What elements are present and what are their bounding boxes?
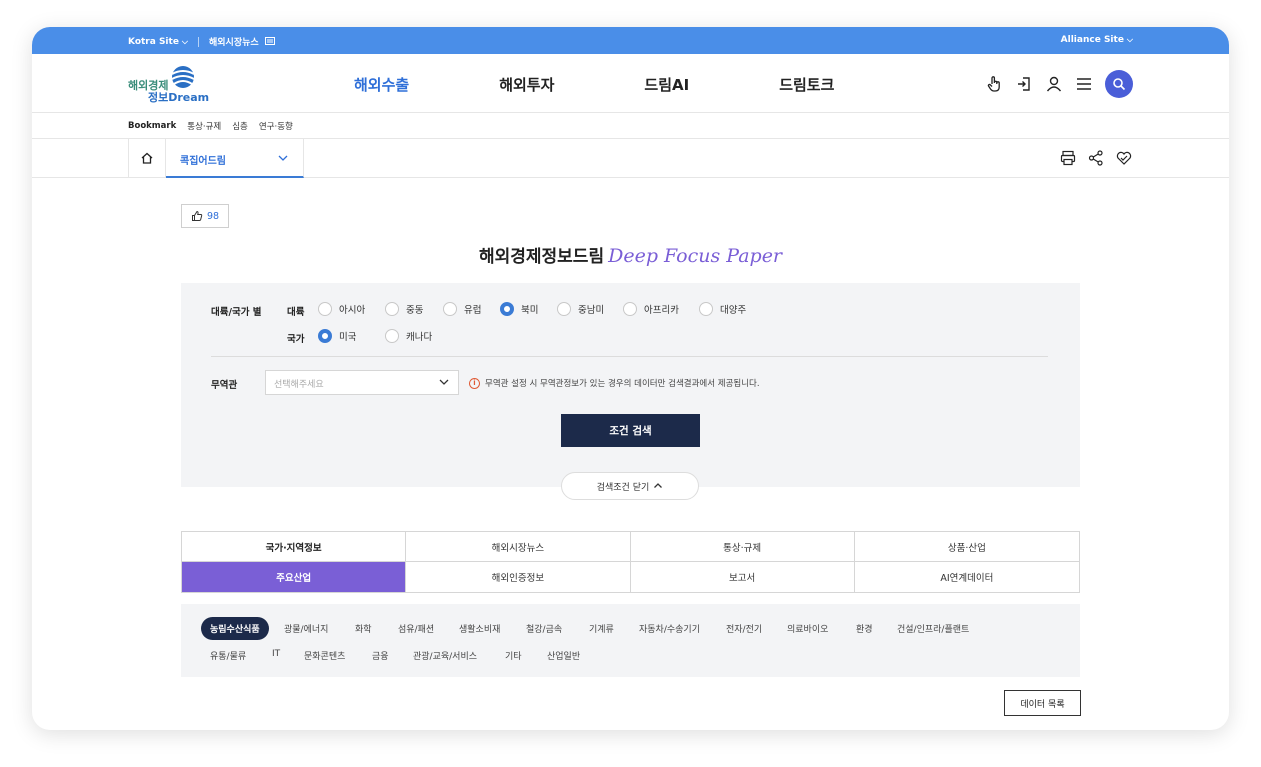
site-logo[interactable]: 해외경제 정보Dream: [128, 64, 216, 104]
tab-major-industry[interactable]: 주요산업: [182, 562, 407, 592]
chip-machinery[interactable]: 기계류: [589, 622, 614, 635]
share-icon[interactable]: [1087, 149, 1105, 167]
chip-steel-metal[interactable]: 철강/금속: [526, 622, 562, 635]
chip-consumer-goods[interactable]: 생활소비재: [459, 622, 500, 635]
tab-product-industry[interactable]: 상품·산업: [854, 532, 1079, 562]
bookmark-label: Bookmark: [128, 120, 177, 131]
chip-general-industry[interactable]: 산업일반: [547, 649, 580, 662]
tab-market-news[interactable]: 해외시장뉴스: [406, 532, 631, 562]
radio-continent-oceania[interactable]: 대양주: [699, 302, 746, 316]
industry-filter: 농림수산식품 광물/에너지 화학 섬유/패션 생활소비재 철강/금속 기계류 자…: [181, 604, 1080, 677]
country-label: 국가: [287, 334, 305, 345]
chip-tourism-service[interactable]: 관광/교육/서비스: [413, 649, 477, 662]
chevron-down-icon: ⌵: [181, 36, 188, 46]
print-icon[interactable]: [1059, 149, 1077, 167]
category-tabs: 국가·지역정보 해외시장뉴스 통상·규제 상품·산업 주요산업 해외인증정보 보…: [181, 531, 1080, 593]
hamburger-menu-icon[interactable]: [1075, 75, 1093, 93]
trade-office-select[interactable]: 선택해주세요: [265, 370, 459, 395]
alliance-site-link[interactable]: Alliance Site ⌵: [1061, 35, 1133, 45]
divider: [198, 36, 199, 47]
hand-pointer-icon[interactable]: [985, 75, 1003, 93]
like-count: 98: [206, 210, 220, 222]
tab-trade-regulation[interactable]: 통상·규제: [630, 532, 855, 562]
chip-it[interactable]: IT: [272, 649, 280, 659]
condition-search-button[interactable]: 조건 검색: [561, 414, 700, 447]
radio-continent-asia[interactable]: 아시아: [318, 302, 365, 316]
kotra-site-link[interactable]: Kotra Site ⌵: [128, 37, 188, 47]
menu-overseas-investment[interactable]: 해외투자: [499, 74, 554, 95]
chip-medical-bio[interactable]: 의료바이오: [787, 622, 828, 635]
radio-continent-north-america[interactable]: 북미: [500, 302, 538, 316]
newspaper-icon: [264, 37, 275, 45]
chip-distribution[interactable]: 유통/물류: [210, 649, 246, 662]
chevron-down-icon: [278, 155, 288, 161]
tab-certification-info[interactable]: 해외인증정보: [406, 562, 631, 592]
user-icon[interactable]: [1045, 75, 1063, 93]
radio-country-canada[interactable]: 캐나다: [385, 329, 432, 343]
info-icon: i: [469, 377, 480, 389]
login-icon[interactable]: [1015, 75, 1033, 93]
search-conditions-panel: 대륙/국가 별 대륙 아시아 중동 유럽 북미 중남미 아프리카 대양주 국가 …: [181, 283, 1080, 500]
page-title: 해외경제정보드림 Deep Focus Paper: [478, 245, 783, 267]
bookmark-item-trade-regulation[interactable]: 통상·규제: [187, 120, 221, 132]
thumbs-up-icon: [191, 210, 203, 221]
close-conditions-button[interactable]: 검색조건 닫기: [561, 472, 699, 500]
tab-reports[interactable]: 보고서: [631, 562, 855, 592]
chevron-down-icon: [439, 379, 449, 385]
location-dropdown[interactable]: 콕집어드림: [166, 139, 304, 178]
market-news-link[interactable]: 해외시장뉴스: [209, 35, 275, 48]
divider: [211, 356, 1048, 357]
menu-overseas-export[interactable]: 해외수출: [354, 74, 409, 95]
main-menu: 해외수출 해외투자 드림AI 드림토크: [354, 74, 924, 95]
chip-finance[interactable]: 금융: [372, 649, 389, 662]
chevron-down-icon: ⌵: [1126, 35, 1133, 44]
search-button[interactable]: [1105, 70, 1133, 98]
region-country-label: 대륙/국가 별: [211, 307, 262, 318]
menu-dream-ai[interactable]: 드림AI: [644, 74, 689, 95]
chevron-up-icon: [654, 483, 663, 488]
chip-textile-fashion[interactable]: 섬유/패션: [398, 622, 434, 635]
chip-chemical[interactable]: 화학: [355, 622, 372, 635]
chip-construction[interactable]: 건설/인프라/플랜트: [897, 622, 969, 635]
page-title-english: Deep Focus Paper: [608, 245, 783, 267]
chip-electronics[interactable]: 전자/전기: [726, 622, 762, 635]
home-button[interactable]: [128, 139, 166, 177]
data-list-button[interactable]: 데이터 목록: [1004, 690, 1081, 716]
radio-continent-middle-east[interactable]: 중동: [385, 302, 423, 316]
favorite-heart-icon[interactable]: [1115, 149, 1133, 167]
main-header: 해외경제 정보Dream 해외수출 해외투자 드림AI 드림토크: [32, 54, 1229, 113]
like-button[interactable]: 98: [181, 204, 229, 228]
bookmark-item-research[interactable]: 연구·동향: [259, 120, 293, 132]
chip-agri-food[interactable]: 농림수산식품: [201, 617, 269, 640]
tab-ai-linked-data[interactable]: AI연계데이터: [855, 562, 1079, 592]
home-icon: [141, 152, 153, 164]
search-icon: [1113, 78, 1126, 91]
tab-country-region-info[interactable]: 국가·지역정보: [182, 532, 407, 562]
bookmark-item-in-depth[interactable]: 심층: [232, 120, 248, 132]
bookmark-bar: Bookmark 통상·규제 심층 연구·동향: [32, 113, 1229, 139]
radio-continent-europe[interactable]: 유럽: [443, 302, 481, 316]
header-utilities: [985, 70, 1133, 98]
page-tools: [1059, 149, 1133, 167]
menu-dream-talk[interactable]: 드림토크: [779, 74, 834, 95]
radio-continent-africa[interactable]: 아프리카: [623, 302, 679, 316]
radio-continent-latin-america[interactable]: 중남미: [557, 302, 604, 316]
browser-frame: Kotra Site ⌵ 해외시장뉴스 Alliance Site ⌵ 해외경제 정…: [32, 27, 1229, 730]
chip-environment[interactable]: 환경: [856, 622, 873, 635]
trade-office-label: 무역관: [211, 380, 238, 391]
continent-label: 대륙: [287, 307, 305, 318]
location-bar: 콕집어드림: [32, 139, 1229, 178]
chip-automotive[interactable]: 자동차/수송기기: [639, 622, 700, 635]
radio-country-usa[interactable]: 미국: [318, 329, 356, 343]
globe-logo-icon: [171, 66, 195, 88]
chip-etc[interactable]: 기타: [505, 649, 522, 662]
trade-office-note: i 무역관 설정 시 무역관정보가 있는 경우의 데이터만 검색결과에서 제공됩…: [469, 377, 760, 389]
chip-culture-content[interactable]: 문화콘텐츠: [304, 649, 345, 662]
chip-mineral-energy[interactable]: 광물/에너지: [284, 622, 328, 635]
top-utility-bar: Kotra Site ⌵ 해외시장뉴스 Alliance Site ⌵: [32, 27, 1229, 54]
